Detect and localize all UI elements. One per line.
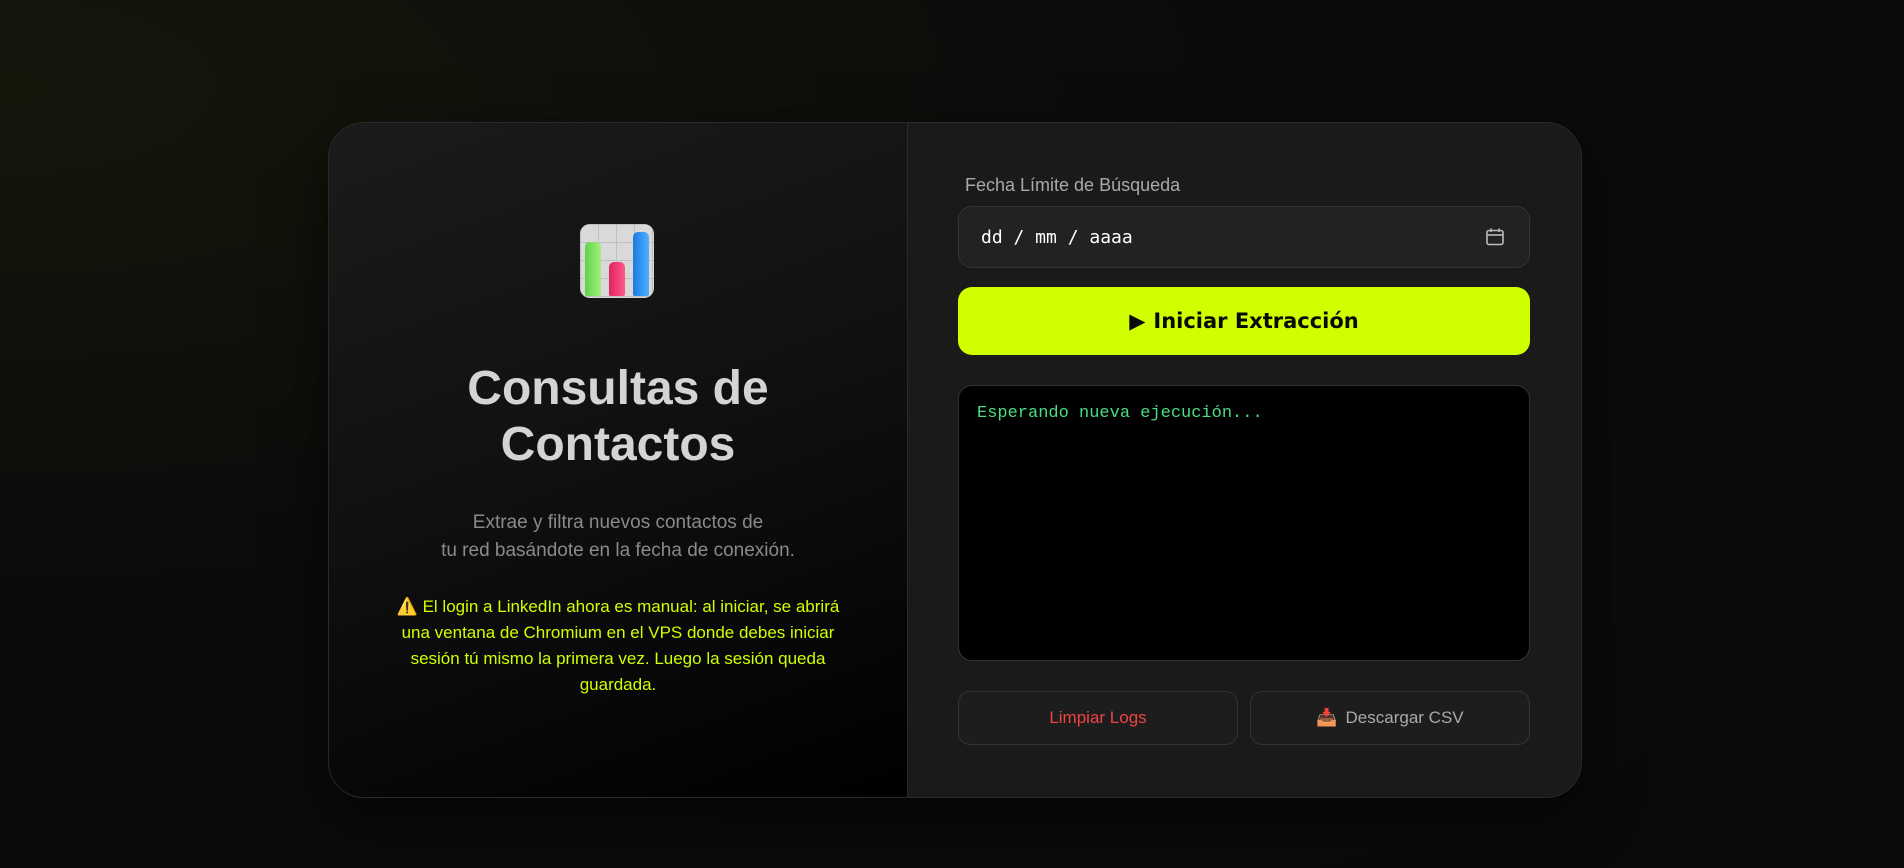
page-subtitle: Extrae y filtra nuevos contactos de tu r…	[389, 509, 847, 565]
warning-icon: ⚠️	[396, 597, 418, 616]
page-title: Consultas de Contactos	[329, 361, 907, 473]
subtitle-line1: Extrae y filtra nuevos contactos de	[472, 512, 764, 533]
download-csv-label: Descargar CSV	[1345, 708, 1464, 727]
download-csv-button[interactable]: 📥 Descargar CSV	[1250, 691, 1530, 745]
warning-text: El login a LinkedIn ahora es manual: al …	[401, 597, 840, 694]
play-icon: ▶	[1129, 309, 1146, 333]
inbox-tray-icon: 📥	[1316, 708, 1338, 727]
subtitle-line2: tu red basándote en la fecha de conexión…	[441, 540, 795, 561]
calendar-icon[interactable]	[1483, 225, 1507, 249]
start-extraction-button[interactable]: ▶ Iniciar Extracción	[958, 287, 1530, 355]
main-card: Consultas de Contactos Extrae y filtra n…	[328, 122, 1582, 798]
control-panel: Fecha Límite de Búsqueda dd / mm / aaaa …	[908, 123, 1581, 797]
date-label: Fecha Límite de Búsqueda	[965, 175, 1181, 195]
log-console[interactable]: Esperando nueva ejecución...	[958, 385, 1530, 661]
date-field[interactable]: dd / mm / aaaa	[958, 206, 1530, 268]
clear-logs-button[interactable]: Limpiar Logs	[958, 691, 1238, 745]
login-warning: ⚠️ El login a LinkedIn ahora es manual: …	[384, 594, 852, 698]
start-extraction-label: Iniciar Extracción	[1153, 309, 1359, 333]
date-placeholder: dd / mm / aaaa	[981, 226, 1133, 248]
bar-chart-icon	[580, 224, 654, 298]
page-title-line1: Consultas de	[467, 362, 769, 415]
log-line: Esperando nueva ejecución...	[977, 404, 1263, 423]
info-panel: Consultas de Contactos Extrae y filtra n…	[329, 123, 908, 797]
clear-logs-label: Limpiar Logs	[1049, 708, 1147, 727]
page-title-line2: Contactos	[500, 418, 736, 471]
